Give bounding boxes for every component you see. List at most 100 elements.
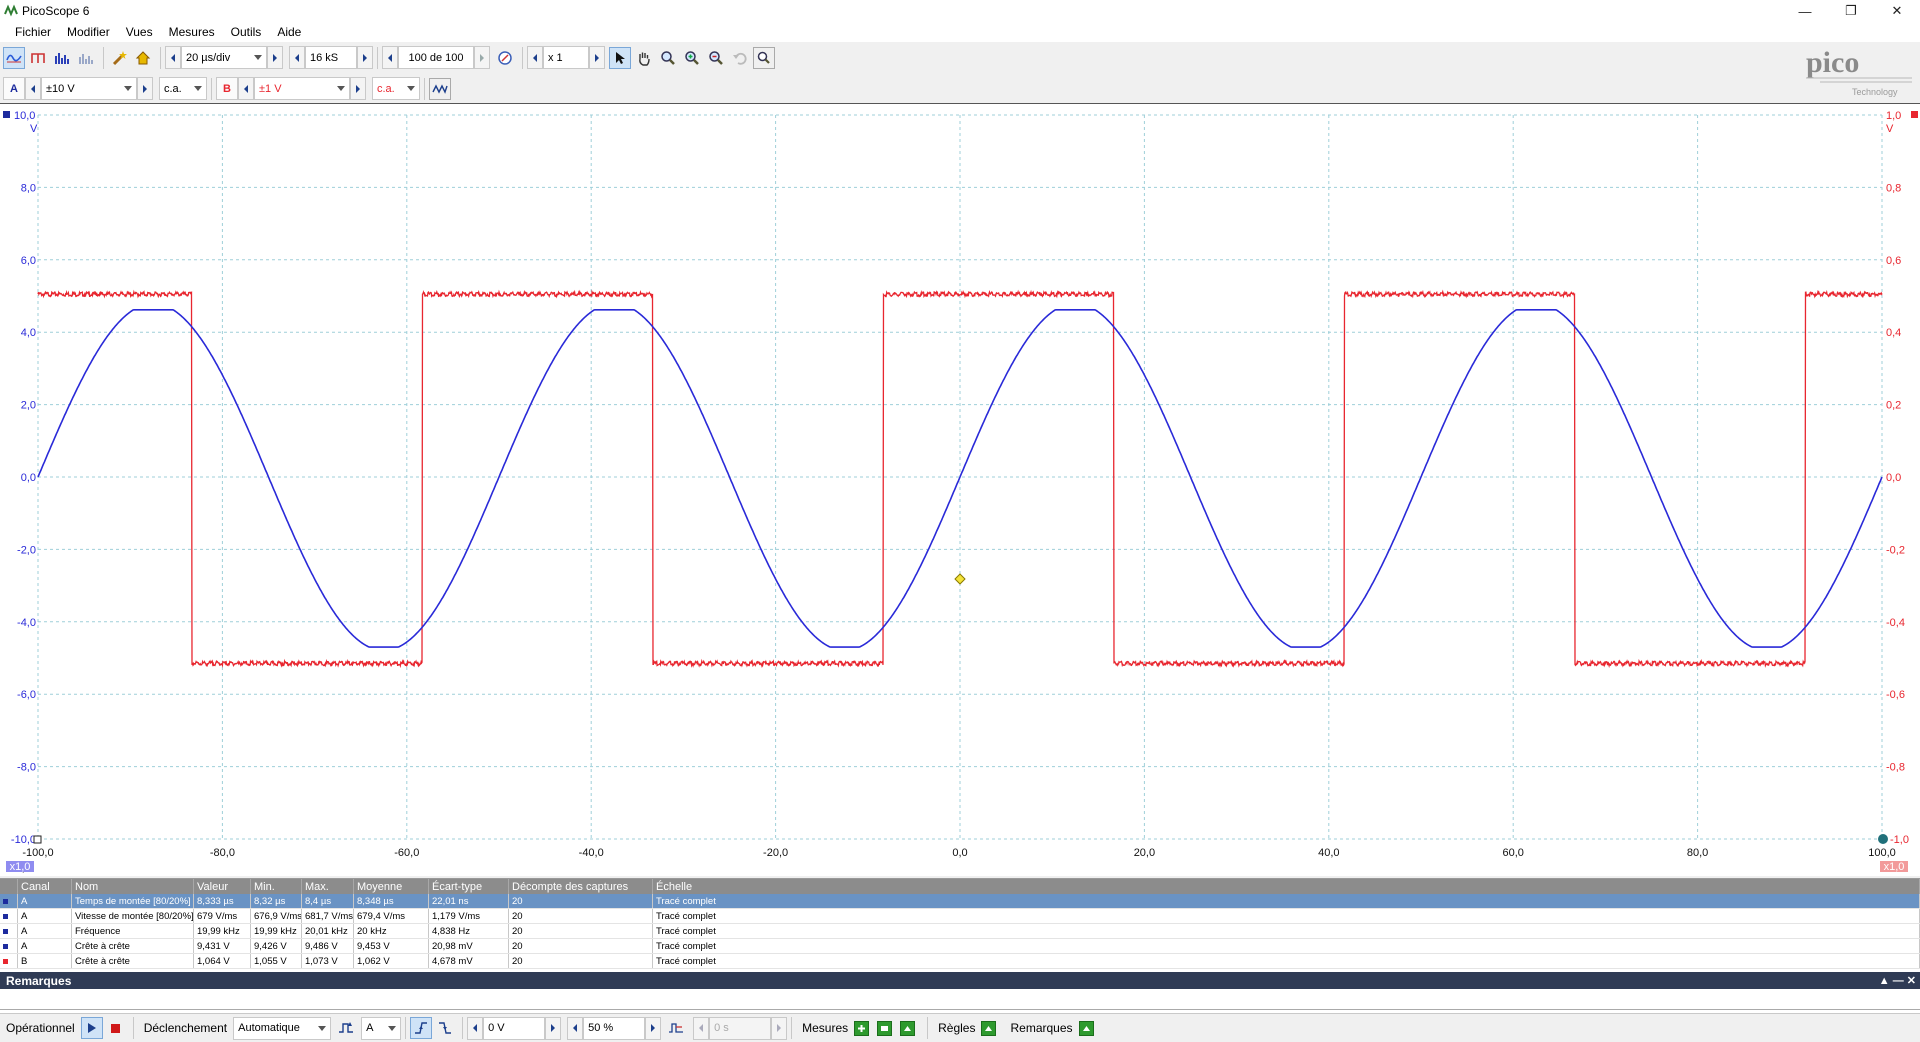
channel-a-range-next[interactable]: [137, 77, 153, 100]
remarques-textarea[interactable]: [0, 989, 1920, 1010]
channel-b-range: ±1 V: [259, 82, 282, 95]
buffer-navigator-icon[interactable]: [494, 47, 516, 69]
menu-fichier[interactable]: Fichier: [8, 25, 60, 39]
col-min[interactable]: Min.: [251, 879, 302, 894]
channel-b-range-next[interactable]: [350, 77, 366, 100]
measurements-header: Canal Nom Valeur Min. Max. Moyenne Écart…: [0, 879, 1920, 894]
cell-max: 8,4 µs: [302, 894, 354, 908]
channel-a-button[interactable]: A: [3, 77, 25, 100]
left-axis-label: -2,0: [17, 544, 36, 556]
samples-next-button[interactable]: [357, 46, 373, 69]
col-valeur[interactable]: Valeur: [194, 879, 251, 894]
channel-b-button[interactable]: B: [216, 77, 238, 100]
zoom-overview-icon[interactable]: [753, 46, 775, 69]
trigger-level-prev[interactable]: [467, 1016, 484, 1040]
undo-zoom-icon[interactable]: [729, 47, 751, 69]
left-axis-label: -10,0: [11, 834, 36, 846]
measurement-row[interactable]: A Crête à crête 9,431 V 9,426 V 9,486 V 9,453…: [0, 939, 1920, 954]
channel-a-range-select[interactable]: ±10 V: [41, 77, 137, 100]
rising-edge-icon[interactable]: [410, 1017, 433, 1039]
scope-mode-icon[interactable]: [3, 46, 25, 69]
timebase-next-button[interactable]: [267, 46, 283, 69]
cell-max: 681,7 V/ms: [302, 909, 354, 923]
zoom-select-icon[interactable]: [657, 47, 679, 69]
add-measurement-button[interactable]: [854, 1020, 870, 1036]
menu-mesures[interactable]: Mesures: [162, 25, 224, 39]
col-decompte[interactable]: Décompte des captures: [509, 879, 653, 894]
channel-b-coupling-select[interactable]: c.a.: [372, 77, 420, 100]
zoom-out-icon[interactable]: [705, 47, 727, 69]
delete-measurement-button[interactable]: [900, 1020, 916, 1036]
delay-prev[interactable]: [693, 1016, 710, 1040]
measurement-row[interactable]: A Temps de montée [80/20%] 8,333 µs 8,32 µs…: [0, 894, 1920, 909]
close-window-button[interactable]: ✕: [1874, 0, 1920, 22]
minimize-button[interactable]: —: [1782, 0, 1828, 22]
notes-button[interactable]: [1078, 1020, 1094, 1036]
oscilloscope-view[interactable]: 10,0 V 8,0 6,0 4,0 2,0 0,0 -2,0 -4,0 -6,0 -8,0 -10,…: [0, 103, 1920, 876]
menu-vues[interactable]: Vues: [119, 25, 162, 39]
signal-generator-icon[interactable]: [429, 77, 451, 100]
zoom-in-icon[interactable]: [681, 47, 703, 69]
rulers-button[interactable]: [981, 1020, 997, 1036]
pretrigger-next[interactable]: [645, 1016, 662, 1040]
restore-button[interactable]: ❐: [1828, 0, 1874, 22]
advanced-trigger-icon[interactable]: [335, 1017, 357, 1039]
timebase-prev-button[interactable]: [165, 46, 181, 69]
x-axis-label: 100,0: [1868, 847, 1896, 859]
channel-a-coupling-select[interactable]: c.a.: [159, 77, 207, 100]
trigger-mode-select[interactable]: Automatique: [233, 1016, 332, 1040]
cell-moyenne: 20 kHz: [354, 924, 429, 938]
col-ecart-type[interactable]: Écart-type: [429, 879, 509, 894]
menu-aide[interactable]: Aide: [270, 25, 310, 39]
trigger-marker[interactable]: [954, 573, 966, 585]
delay-next[interactable]: [771, 1016, 788, 1040]
timebase-select[interactable]: 20 µs/div: [181, 46, 267, 69]
trigger-level: 0 V: [488, 1022, 505, 1034]
zoom-prev-button[interactable]: [527, 46, 543, 69]
zoom-next-button[interactable]: [589, 46, 605, 69]
capture-next-button[interactable]: [474, 46, 490, 69]
trigger-level-field[interactable]: 0 V: [483, 1016, 546, 1040]
post-trigger-delay-icon[interactable]: [665, 1017, 687, 1039]
menu-modifier[interactable]: Modifier: [60, 25, 119, 39]
trigger-channel-select[interactable]: A: [361, 1016, 402, 1040]
persistence-mode-icon[interactable]: [27, 47, 49, 69]
trigger-level-next[interactable]: [545, 1016, 562, 1040]
measurement-row[interactable]: A Vitesse de montée [80/20%] 679 V/ms 676,9…: [0, 909, 1920, 924]
samples-field[interactable]: 16 kS: [305, 46, 357, 69]
stop-button[interactable]: [105, 1017, 127, 1039]
probe-wand-icon[interactable]: [108, 47, 130, 69]
measurement-row[interactable]: B Crête à crête 1,064 V 1,055 V 1,073 V 1,062…: [0, 954, 1920, 969]
measurement-row[interactable]: A Fréquence 19,99 kHz 19,99 kHz 20,01 kHz 20 …: [0, 924, 1920, 939]
pretrigger-prev[interactable]: [567, 1016, 584, 1040]
row-marker: [0, 894, 18, 908]
spectrum-persistence-icon[interactable]: [75, 47, 97, 69]
col-echelle[interactable]: Échelle: [653, 879, 1920, 894]
start-button[interactable]: [80, 1017, 103, 1039]
channel-a-range-prev[interactable]: [25, 77, 41, 100]
ruler-handle-right[interactable]: [1878, 834, 1888, 844]
capture-field[interactable]: 100 de 100: [398, 46, 474, 69]
falling-edge-icon[interactable]: [434, 1017, 456, 1039]
col-nom[interactable]: Nom: [72, 879, 194, 894]
capture-prev-button[interactable]: [382, 46, 398, 69]
zoom-field[interactable]: x 1: [543, 46, 589, 69]
channel-b-range-select[interactable]: ±1 V: [254, 77, 350, 100]
edit-measurement-button[interactable]: [877, 1020, 893, 1036]
home-icon[interactable]: [132, 47, 154, 69]
left-axis-label: -8,0: [17, 762, 36, 774]
col-max[interactable]: Max.: [302, 879, 354, 894]
select-tool-icon[interactable]: [609, 46, 631, 69]
pretrigger-field[interactable]: 50 %: [583, 1016, 646, 1040]
channel-b-range-prev[interactable]: [238, 77, 254, 100]
cell-moyenne: 8,348 µs: [354, 894, 429, 908]
col-canal[interactable]: Canal: [18, 879, 72, 894]
ruler-handle-left[interactable]: [33, 835, 42, 844]
panel-pin-close-icons[interactable]: ▲ — ✕: [1879, 974, 1916, 987]
x-zoom-right: x1,0: [1884, 861, 1905, 873]
menu-outils[interactable]: Outils: [224, 25, 271, 39]
col-moyenne[interactable]: Moyenne: [354, 879, 429, 894]
spectrum-mode-icon[interactable]: [51, 47, 73, 69]
hand-tool-icon[interactable]: [633, 47, 655, 69]
samples-prev-button[interactable]: [289, 46, 305, 69]
